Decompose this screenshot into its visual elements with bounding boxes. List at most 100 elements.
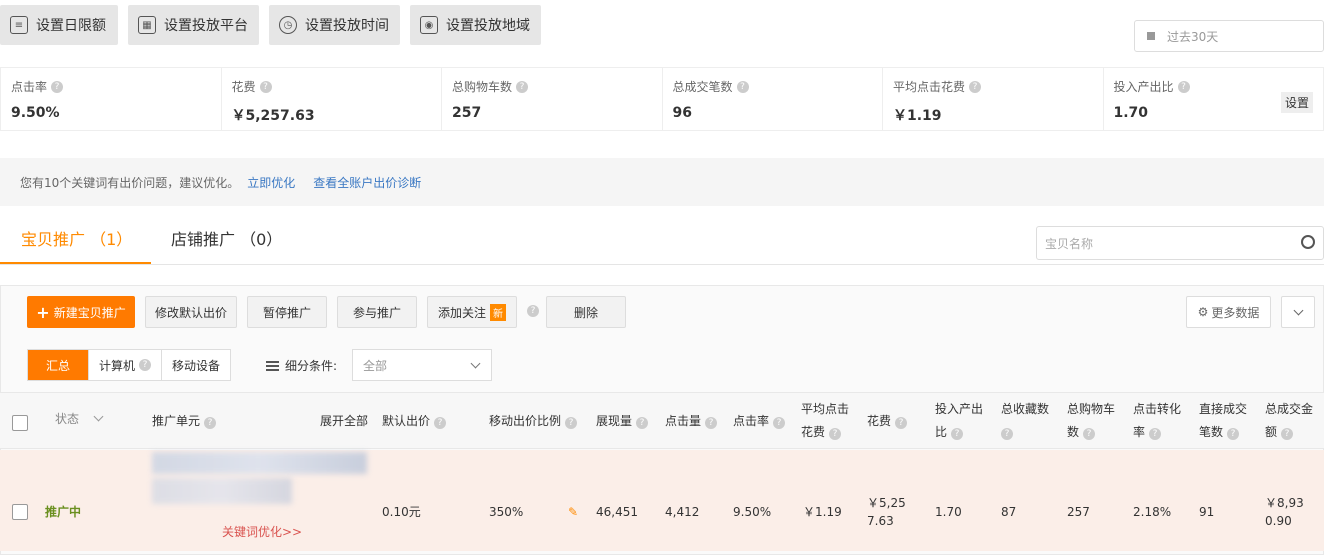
notice-text: 您有10个关键词有出价问题，建议优化。 [20, 175, 240, 190]
row-impressions: 46,451 [596, 505, 638, 519]
col-direct-line2: 笔数 [1199, 425, 1224, 439]
segment-summary[interactable]: 汇总 [28, 350, 90, 380]
col-roi-line2: 比 [935, 425, 948, 439]
expand-toggle-button[interactable] [1281, 296, 1315, 328]
new-item-promotion-button[interactable]: + 新建宝贝推广 [27, 296, 135, 328]
row-roi: 1.70 [935, 505, 962, 519]
help-icon[interactable]: ? [516, 80, 529, 93]
help-icon[interactable]: ? [829, 428, 842, 440]
chevron-down-icon [470, 358, 481, 369]
row-ctr: 9.50% [733, 505, 772, 519]
pause-promotion-button[interactable]: 暂停推广 [247, 296, 327, 328]
help-icon[interactable]: ? [1001, 428, 1013, 440]
metric-value: ￥5,257.63 [231, 108, 315, 124]
segment-mobile[interactable]: 移动设备 [162, 350, 230, 380]
help-icon[interactable]: ? [1177, 80, 1190, 93]
metrics-bar: 点击率? 9.50% 花费? ￥5,257.63 总购物车数? 257 总成交笔… [0, 67, 1324, 131]
set-platform-button[interactable]: ▦ 设置投放平台 [128, 5, 259, 45]
filter-label: 细分条件: [266, 357, 337, 374]
help-icon[interactable]: ? [969, 80, 982, 93]
select-all-checkbox[interactable] [12, 415, 28, 431]
help-icon[interactable]: ? [1083, 428, 1096, 440]
col-favs: 总收藏数 ? [1001, 398, 1049, 444]
col-total-line1: 总成交金 [1265, 402, 1314, 416]
col-carts-line1: 总购物车 [1067, 402, 1116, 416]
help-icon[interactable]: ? [736, 80, 749, 93]
sliders-icon: ≡ [10, 16, 28, 34]
row-cost: ￥5,25 7.63 [867, 494, 906, 530]
search-icon[interactable] [1301, 235, 1315, 249]
col-ctr: 点击率? [733, 410, 786, 433]
set-region-button[interactable]: ◉ 设置投放地域 [410, 5, 541, 45]
help-icon[interactable]: ? [773, 417, 786, 429]
metric-orders: 总成交笔数? 96 [663, 68, 883, 130]
help-icon[interactable]: ? [527, 305, 539, 317]
col-avg-cpc: 平均点击 花费? [801, 398, 849, 444]
col-default-bid-label: 默认出价 [382, 414, 431, 428]
col-status[interactable]: 状态 [55, 408, 104, 431]
col-carts-line2: 数 [1067, 425, 1080, 439]
col-conversion: 点击转化 率? [1133, 398, 1181, 444]
more-data-label: 更多数据 [1211, 305, 1260, 320]
row-status[interactable]: 推广中 [45, 503, 81, 521]
help-icon[interactable]: ? [139, 359, 152, 371]
keyword-optimize-link[interactable]: 关键词优化>> [222, 523, 302, 541]
tab-item-promotion[interactable]: 宝贝推广 （1） [21, 226, 132, 250]
metric-cost: 花费? ￥5,257.63 [222, 68, 442, 130]
item-search-input[interactable]: 宝贝名称 [1036, 226, 1324, 260]
help-icon[interactable]: ? [1281, 428, 1294, 440]
optimize-now-link[interactable]: 立即优化 [247, 174, 295, 191]
help-icon[interactable]: ? [951, 428, 964, 440]
help-icon[interactable]: ? [204, 417, 217, 429]
modify-default-bid-button[interactable]: 修改默认出价 [145, 296, 237, 328]
col-clicks: 点击量? [665, 410, 718, 433]
help-icon[interactable]: ? [636, 417, 649, 429]
new-promotion-label: 新建宝贝推广 [53, 305, 126, 320]
set-time-button[interactable]: ◷ 设置投放时间 [269, 5, 400, 45]
row-conversion: 2.18% [1133, 505, 1172, 519]
date-range-label: 过去30天 [1167, 29, 1219, 44]
help-icon[interactable]: ? [51, 80, 64, 93]
col-conversion-line2: 率 [1133, 425, 1146, 439]
bid-diagnosis-link[interactable]: 查看全账户出价诊断 [313, 174, 421, 191]
table-row[interactable]: 推广中 关键词优化>> 0.10元 350% ✎ 46,451 4,412 9.… [0, 450, 1324, 551]
metric-label: 花费 [231, 80, 256, 94]
filter-select[interactable]: 全部 [352, 349, 492, 381]
add-follow-button[interactable]: 添加关注 新 [427, 296, 517, 328]
metric-label: 平均点击花费 [893, 80, 966, 94]
date-range-picker[interactable]: 过去30天 [1134, 20, 1324, 52]
col-carts: 总购物车 数? [1067, 398, 1115, 444]
help-icon[interactable]: ? [895, 417, 908, 429]
set-region-label: 设置投放地域 [446, 18, 530, 34]
col-unit-label: 推广单元 [152, 414, 201, 428]
blurred-product-image [152, 478, 292, 504]
edit-pencil-icon[interactable]: ✎ [568, 503, 578, 521]
help-icon[interactable]: ? [1227, 428, 1240, 440]
help-icon[interactable]: ? [705, 417, 718, 429]
metric-value: 96 [672, 105, 692, 121]
col-direct-orders: 直接成交 笔数? [1199, 398, 1247, 444]
col-mobile-ratio: 移动出价比例? [489, 410, 578, 433]
segment-computer[interactable]: 计算机? [89, 350, 163, 380]
join-promotion-button[interactable]: 参与推广 [337, 296, 417, 328]
delete-button[interactable]: 删除 [546, 296, 626, 328]
metric-ctr: 点击率? 9.50% [1, 68, 222, 130]
metrics-setting-button[interactable]: 设置 [1280, 92, 1313, 113]
set-daily-limit-button[interactable]: ≡ 设置日限额 [0, 5, 118, 45]
chevron-down-icon [93, 411, 104, 422]
row-total-amount: ￥8,93 0.90 [1265, 494, 1304, 530]
col-favs-line1: 总收藏数 [1001, 402, 1050, 416]
help-icon[interactable]: ? [565, 417, 578, 429]
list-icon [266, 360, 279, 371]
help-icon[interactable]: ? [259, 80, 272, 93]
tab-store-promotion[interactable]: 店铺推广 （0） [171, 226, 282, 250]
col-clicks-label: 点击量 [665, 414, 702, 428]
more-data-button[interactable]: ⚙ 更多数据 [1186, 296, 1271, 328]
help-icon[interactable]: ? [434, 417, 447, 429]
expand-all-link[interactable]: 展开全部 [320, 410, 368, 433]
help-icon[interactable]: ? [1149, 428, 1162, 440]
chevron-down-icon [1293, 305, 1303, 316]
col-avg-cpc-line2: 花费 [801, 425, 826, 439]
col-roi-line1: 投入产出 [935, 402, 984, 416]
row-checkbox[interactable] [12, 504, 28, 520]
